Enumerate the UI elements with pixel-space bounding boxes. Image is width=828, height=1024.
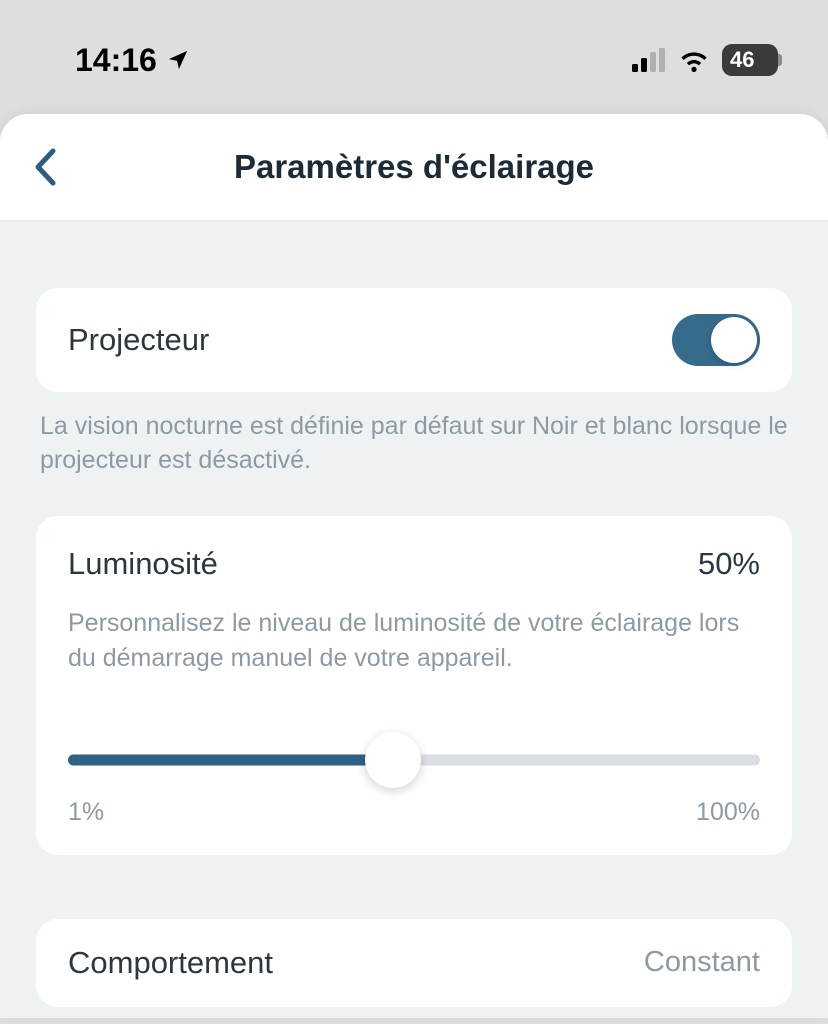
- wifi-icon: [678, 48, 710, 72]
- behavior-value: Constant: [644, 946, 760, 979]
- location-icon: [167, 49, 189, 71]
- page-title: Paramètres d'éclairage: [234, 148, 594, 186]
- brightness-slider[interactable]: [68, 730, 760, 790]
- status-right: 46: [632, 44, 778, 76]
- battery-indicator: 46: [722, 44, 778, 76]
- projector-help-text: La vision nocturne est définie par défau…: [36, 410, 792, 478]
- behavior-card[interactable]: Comportement Constant: [36, 919, 792, 1007]
- brightness-value: 50%: [698, 546, 760, 582]
- battery-level: 46: [730, 47, 754, 73]
- projector-row: Projecteur: [68, 314, 760, 366]
- status-time: 14:16: [75, 42, 157, 79]
- behavior-row: Comportement Constant: [68, 945, 760, 981]
- slider-min-label: 1%: [68, 798, 104, 827]
- projector-card: Projecteur: [36, 288, 792, 392]
- brightness-description: Personnalisez le niveau de luminosité de…: [68, 606, 760, 676]
- projector-label: Projecteur: [68, 322, 209, 358]
- slider-max-label: 100%: [696, 798, 760, 827]
- status-left: 14:16: [75, 42, 189, 79]
- projector-toggle[interactable]: [672, 314, 760, 366]
- slider-thumb: [365, 732, 421, 788]
- slider-labels: 1% 100%: [68, 798, 760, 827]
- toggle-thumb: [711, 317, 757, 363]
- behavior-label: Comportement: [68, 945, 273, 981]
- chevron-left-icon: [33, 148, 57, 186]
- status-bar: 14:16 46: [0, 0, 828, 120]
- brightness-card: Luminosité 50% Personnalisez le niveau d…: [36, 516, 792, 855]
- settings-sheet: Paramètres d'éclairage Projecteur La vis…: [0, 114, 828, 1018]
- brightness-label: Luminosité: [68, 546, 218, 582]
- slider-fill: [68, 754, 393, 765]
- back-button[interactable]: [20, 142, 70, 192]
- content-area: Projecteur La vision nocturne est défini…: [0, 222, 828, 1018]
- nav-header: Paramètres d'éclairage: [0, 114, 828, 222]
- cellular-signal-icon: [632, 48, 666, 72]
- brightness-header: Luminosité 50%: [68, 546, 760, 582]
